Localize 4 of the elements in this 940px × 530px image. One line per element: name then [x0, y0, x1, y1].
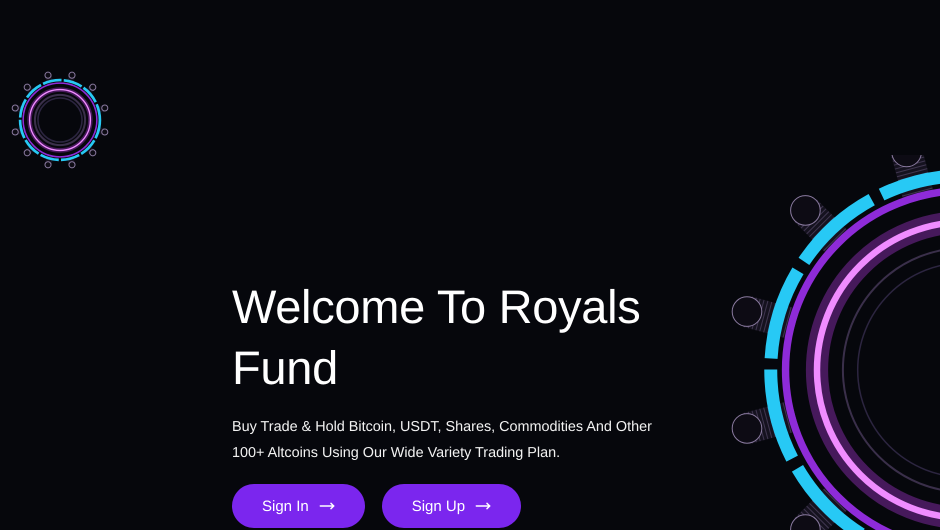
hero-description: Buy Trade & Hold Bitcoin, USDT, Shares, Commodities And Other 100+ Altcoins Using Our Wide Variety Trading Plan.	[232, 418, 653, 463]
hero-button[interactable]: Sign In	[232, 484, 365, 528]
hero-button[interactable]: Sign Up	[382, 484, 522, 528]
hero-title: Welcome To Royals Fund	[232, 279, 642, 396]
